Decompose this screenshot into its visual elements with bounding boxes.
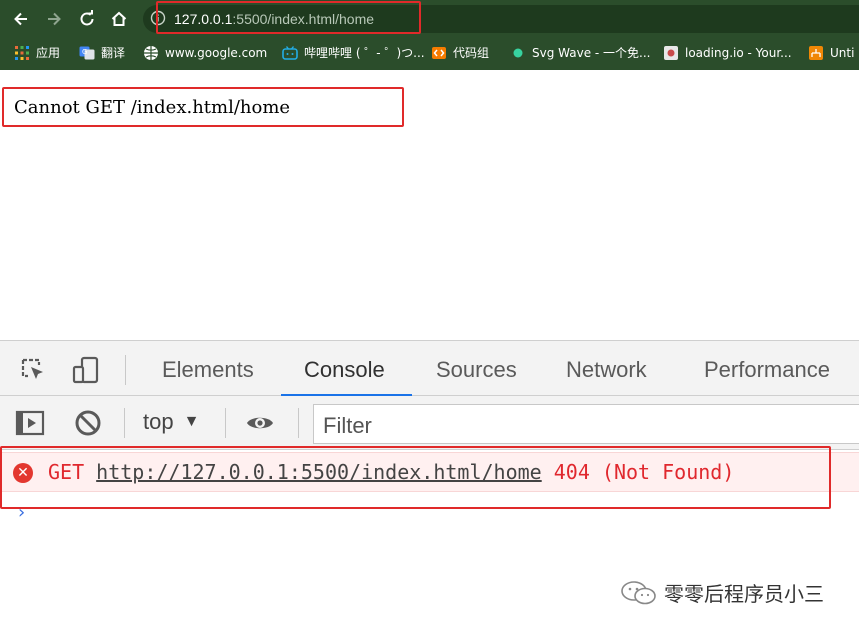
context-selector[interactable]: top ▼ (143, 409, 199, 435)
context-label: top (143, 409, 174, 434)
arrow-left-icon (14, 12, 27, 26)
inspect-element-button[interactable] (18, 355, 48, 385)
eye-icon (247, 417, 273, 429)
arrow-right-icon (48, 12, 61, 26)
bookmark-label: www.google.com (165, 46, 268, 60)
bookmark-translate[interactable]: G 翻译 (79, 43, 125, 63)
tab-sources[interactable]: Sources (436, 357, 517, 383)
filter-placeholder: Filter (323, 413, 372, 438)
bookmark-label: 应用 (36, 46, 61, 60)
watermark-text: 零零后程序员小三 (664, 582, 824, 606)
device-mobile-icon (72, 356, 99, 384)
forward-button[interactable] (41, 6, 67, 32)
console-toolbar: top ▼ Filter (0, 396, 859, 450)
toolbar-divider (298, 408, 299, 438)
devtools-tab-bar: Elements Console Sources Network Perform… (0, 340, 859, 397)
toolbar-divider (225, 408, 226, 438)
dot-icon (510, 45, 526, 61)
triangle-down-icon: ▼ (183, 413, 200, 430)
diagram-icon (808, 45, 824, 61)
wechat-icon (621, 580, 656, 604)
tab-network[interactable]: Network (566, 357, 647, 383)
bookmark-loading-io[interactable]: loading.io - Your... (663, 43, 792, 63)
clear-console-button[interactable] (72, 408, 104, 438)
home-icon (111, 11, 127, 26)
browser-chrome: 127.0.0.1:5500/index.html/home 应用 G 翻译 w… (0, 0, 859, 70)
filter-input[interactable]: Filter (313, 404, 859, 444)
page-message-highlight-box (2, 87, 404, 127)
block-icon (75, 410, 101, 436)
code-icon (431, 45, 447, 61)
show-sidebar-button[interactable] (14, 408, 46, 438)
tab-performance[interactable]: Performance (704, 357, 830, 383)
toolbar-divider (124, 408, 125, 438)
home-button[interactable] (106, 6, 132, 32)
bookmark-label: 代码组 (453, 46, 490, 60)
browser-toolbar: 127.0.0.1:5500/index.html/home (0, 0, 859, 37)
device-toolbar-button[interactable] (71, 355, 101, 385)
bilibili-icon (282, 45, 298, 61)
bookmark-code-group[interactable]: 代码组 (431, 43, 489, 63)
translate-icon: G (79, 45, 95, 61)
live-expression-button[interactable] (244, 408, 276, 438)
cursor-inspect-icon (21, 358, 43, 379)
bookmarks-bar: 应用 G 翻译 www.google.com 哔哩哔哩 ( ゜- ゜)つ... … (0, 37, 859, 70)
error-highlight-box (0, 446, 831, 509)
tab-elements[interactable]: Elements (162, 357, 254, 383)
bookmark-label: 翻译 (101, 46, 126, 60)
bookmark-apps[interactable]: 应用 (14, 43, 60, 63)
bookmark-label: Unti (830, 46, 855, 60)
console-prompt[interactable]: › (16, 502, 27, 523)
bookmark-google[interactable]: www.google.com (143, 43, 267, 63)
tab-console[interactable]: Console (304, 357, 385, 383)
bookmark-untitled[interactable]: Unti (808, 43, 854, 63)
bookmark-bilibili[interactable]: 哔哩哔哩 ( ゜- ゜)つ... (282, 43, 425, 63)
toolbar-divider (125, 355, 126, 385)
loading-icon (663, 45, 679, 61)
bookmark-label: Svg Wave - 一个免... (532, 46, 651, 60)
svg-text:G: G (82, 48, 87, 56)
bookmark-svg-wave[interactable]: Svg Wave - 一个免... (510, 43, 651, 63)
apps-grid-icon (14, 45, 30, 61)
back-button[interactable] (8, 6, 34, 32)
globe-icon (143, 45, 159, 61)
url-highlight-box (156, 1, 421, 34)
sidebar-play-icon (15, 410, 45, 436)
watermark: 零零后程序员小三 (620, 578, 824, 607)
reload-icon (80, 10, 94, 26)
bookmark-label: 哔哩哔哩 ( ゜- ゜)つ... (304, 46, 425, 60)
reload-button[interactable] (74, 6, 100, 32)
bookmark-label: loading.io - Your... (685, 46, 792, 60)
